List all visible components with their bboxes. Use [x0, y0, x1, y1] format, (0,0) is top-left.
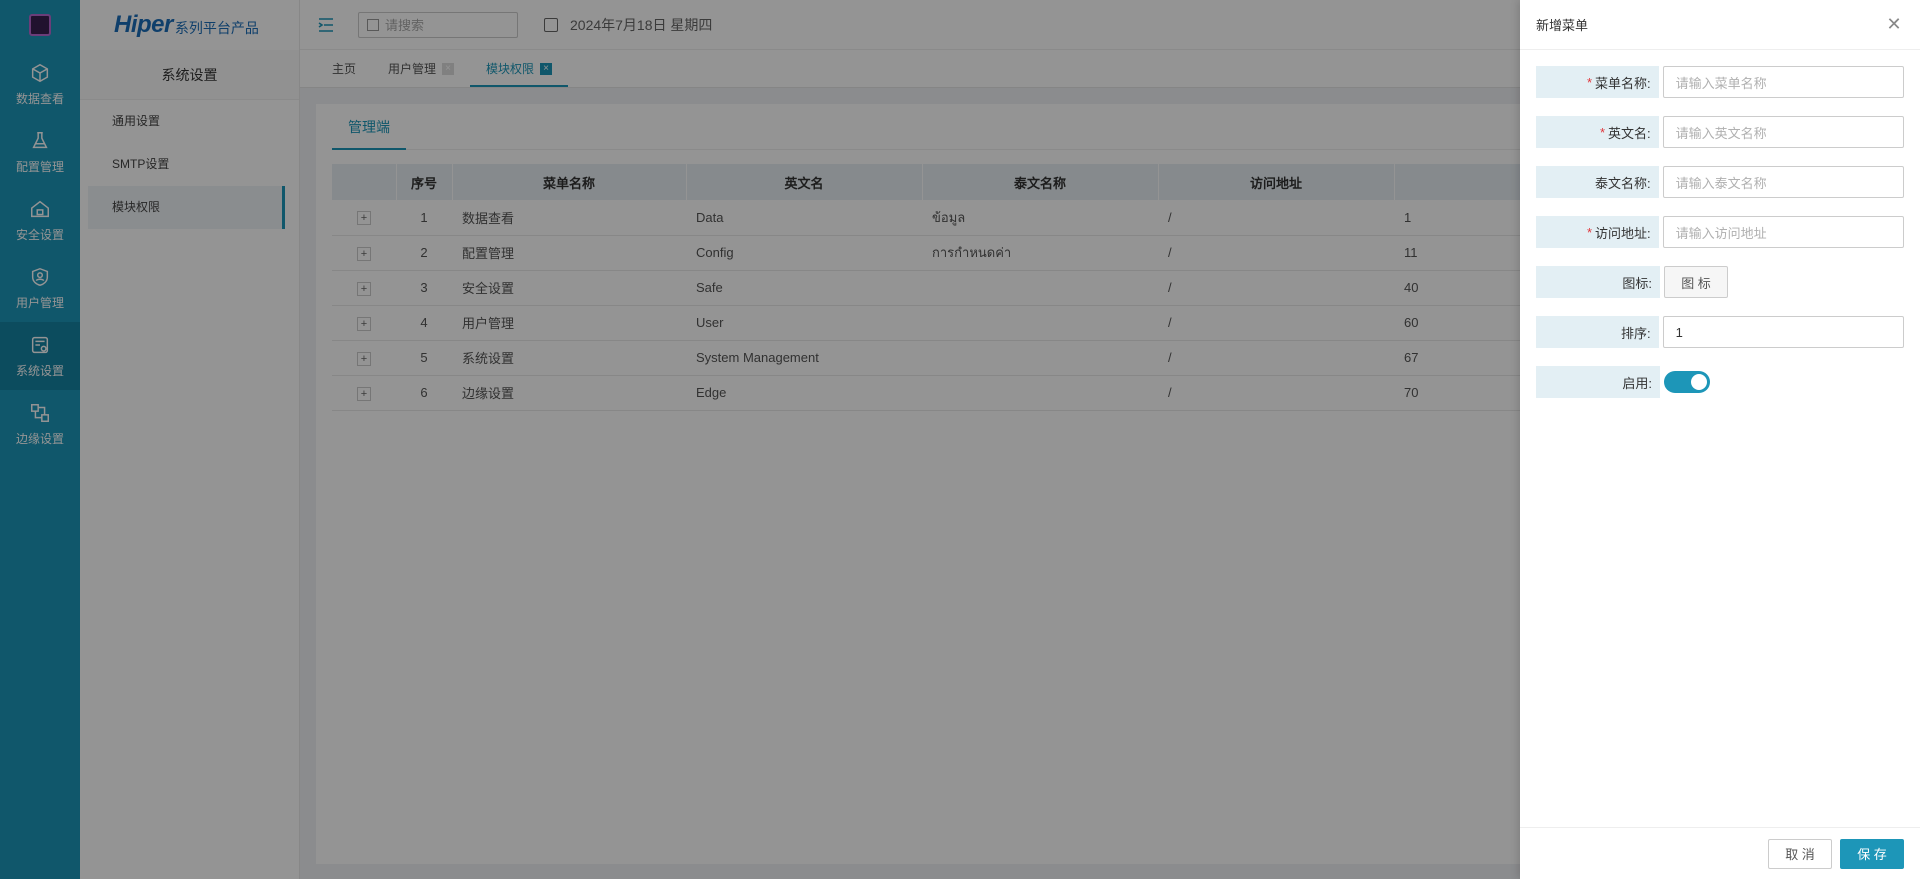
menu-name-input[interactable]: 请输入菜单名称: [1662, 66, 1904, 98]
required-mark: *: [1599, 124, 1606, 140]
drawer-footer: 取 消 保 存: [1520, 827, 1920, 879]
save-button[interactable]: 保 存: [1840, 838, 1904, 869]
toggle-knob: [1691, 374, 1707, 390]
cancel-button[interactable]: 取 消: [1768, 838, 1832, 869]
field-label: * 访问地址:: [1536, 216, 1659, 248]
enabled-toggle[interactable]: [1664, 371, 1710, 393]
field-label: * 英文名:: [1536, 116, 1659, 148]
url-input[interactable]: 请输入访问地址: [1662, 216, 1904, 248]
field-label-text: 排序:: [1621, 325, 1651, 341]
required-mark: *: [1586, 224, 1593, 240]
field-label: 图标:: [1536, 266, 1660, 298]
field-label-text: 泰文名称:: [1595, 175, 1651, 191]
field-url: * 访问地址: 请输入访问地址: [1536, 216, 1904, 248]
field-label-text: 启用:: [1622, 375, 1652, 391]
field-label: 启用:: [1536, 366, 1660, 398]
field-label-text: 图标:: [1622, 275, 1652, 291]
field-en-name: * 英文名: 请输入英文名称: [1536, 116, 1904, 148]
field-label-text: 菜单名称:: [1595, 75, 1651, 91]
drawer-title: 新增菜单: [1536, 18, 1589, 33]
required-mark: *: [1586, 74, 1593, 90]
field-icon: 图标: 图 标: [1536, 266, 1904, 298]
field-enabled: 启用:: [1536, 366, 1904, 398]
th-name-input[interactable]: 请输入泰文名称: [1662, 166, 1904, 198]
field-label-text: 访问地址:: [1595, 225, 1651, 241]
sort-input[interactable]: 1: [1662, 316, 1904, 348]
choose-icon-button[interactable]: 图 标: [1664, 266, 1728, 298]
field-th-name: 泰文名称: 请输入泰文名称: [1536, 166, 1904, 198]
field-label: 排序:: [1536, 316, 1659, 348]
field-label: 泰文名称:: [1536, 166, 1659, 198]
add-menu-form: * 菜单名称: 请输入菜单名称 * 英文名: 请输入英文名称 泰文名称: 请输入泰文…: [1520, 50, 1920, 398]
add-menu-drawer: 新增菜单 ✕ * 菜单名称: 请输入菜单名称 * 英文名: 请输入英文名称 泰文名称…: [1520, 0, 1920, 879]
en-name-input[interactable]: 请输入英文名称: [1662, 116, 1904, 148]
close-icon[interactable]: ✕: [1884, 14, 1904, 35]
field-label-text: 英文名:: [1608, 125, 1651, 141]
field-sort: 排序: 1: [1536, 316, 1904, 348]
field-label: * 菜单名称:: [1536, 66, 1659, 98]
field-menu-name: * 菜单名称: 请输入菜单名称: [1536, 66, 1904, 98]
drawer-header: 新增菜单 ✕: [1520, 0, 1920, 50]
